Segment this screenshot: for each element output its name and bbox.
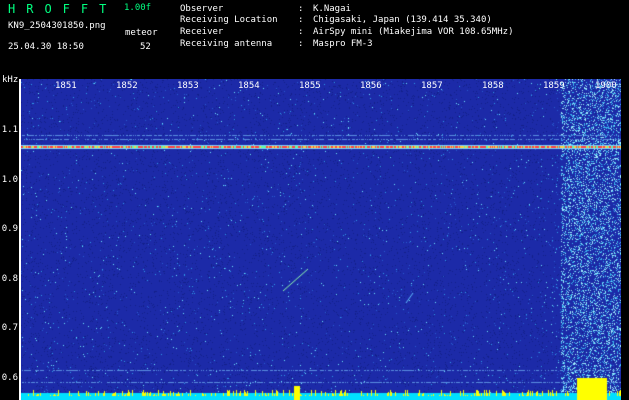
info-separator: : bbox=[298, 27, 304, 37]
x-tick-label: 1900 bbox=[595, 81, 617, 91]
y-tick-label: 1.1 bbox=[1, 125, 18, 135]
x-tick-label: 1858 bbox=[482, 81, 504, 91]
x-tick-label: 1855 bbox=[299, 81, 321, 91]
info-separator: : bbox=[298, 4, 304, 14]
y-tick-label: 0.6 bbox=[1, 373, 18, 383]
header-panel: HROFFT 1.00f KN9_2504301850.png meteor 2… bbox=[0, 0, 629, 74]
info-separator: : bbox=[298, 39, 304, 49]
y-tick-label: 0.7 bbox=[1, 323, 18, 333]
datetime-label: 25.04.30 18:50 bbox=[8, 42, 84, 52]
x-tick-label: 1851 bbox=[55, 81, 77, 91]
x-tick-label: 1856 bbox=[360, 81, 382, 91]
app-title: HROFFT bbox=[8, 2, 118, 16]
info-key: Receiving antenna bbox=[180, 39, 273, 49]
y-tick-label: 0.9 bbox=[1, 224, 18, 234]
y-tick-label: 0.8 bbox=[1, 274, 18, 284]
spectrogram-plot: 1851 1852 1853 1854 1855 1856 1857 1858 … bbox=[21, 79, 621, 400]
info-separator: : bbox=[298, 15, 304, 25]
x-tick-label: 1854 bbox=[238, 81, 260, 91]
version-label: 1.00f bbox=[124, 3, 152, 13]
info-key: Receiver bbox=[180, 27, 224, 37]
frequency-unit-label: kHz bbox=[2, 75, 19, 85]
x-tick-label: 1852 bbox=[116, 81, 138, 91]
filename-label: KN9_2504301850.png bbox=[8, 21, 106, 31]
info-value: Maspro FM-3 bbox=[313, 39, 373, 49]
meteor-count: 52 bbox=[140, 42, 151, 52]
info-value: Chigasaki, Japan (139.414 35.340) bbox=[313, 15, 492, 25]
info-value: K.Nagai bbox=[313, 4, 351, 14]
meteor-label: meteor bbox=[125, 28, 158, 38]
info-key: Receiving Location bbox=[180, 15, 278, 25]
x-tick-label: 1853 bbox=[177, 81, 199, 91]
info-value: AirSpy mini (Miakejima VOR 108.65MHz) bbox=[313, 27, 514, 37]
info-key: Observer bbox=[180, 4, 224, 14]
x-tick-label: 1857 bbox=[421, 81, 443, 91]
waterfall-canvas bbox=[21, 79, 621, 400]
y-tick-label: 1.0 bbox=[1, 175, 18, 185]
x-tick-label: 1859 bbox=[543, 81, 565, 91]
